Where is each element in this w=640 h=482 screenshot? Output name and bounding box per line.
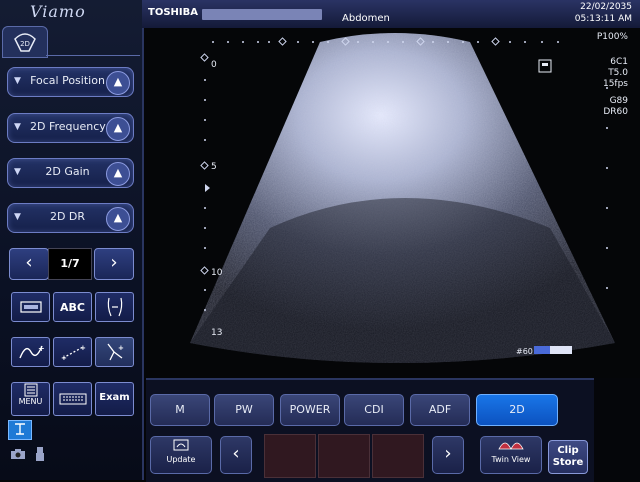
probe-icon: [15, 423, 25, 435]
chevron-up-icon[interactable]: ▲: [106, 207, 130, 231]
power-value: P100%: [596, 32, 628, 42]
chevron-up-icon[interactable]: ▲: [106, 71, 130, 95]
caliper-icon: +: [106, 343, 124, 361]
focal-position-control[interactable]: ▼ Focal Position ▲: [7, 67, 134, 97]
thumbnail-slot[interactable]: [264, 434, 316, 478]
camera-icon[interactable]: [10, 448, 26, 460]
usb-icon: [36, 447, 44, 461]
brand-name: TOSHIBA: [148, 7, 198, 18]
chevron-up-icon[interactable]: ▲: [106, 117, 130, 141]
clip-store-label-1: Clip: [557, 445, 579, 456]
next-thumbnail-button[interactable]: ›: [432, 436, 464, 474]
control-label: 2D Gain: [45, 165, 90, 178]
twin-view-label: Twin View: [491, 455, 531, 464]
trace-icon: +: [18, 344, 44, 359]
tab-divider: [46, 55, 140, 56]
2d-gain-control[interactable]: ▼ 2D Gain ▲: [7, 158, 134, 188]
keyboard-button[interactable]: [53, 382, 92, 416]
twin-view-icon: [498, 442, 524, 450]
datetime: 22/02/2035 05:13:11 AM: [575, 1, 632, 25]
redacted-patient-info: [202, 9, 322, 20]
depth-13: 13: [211, 328, 223, 338]
control-label: 2D Frequency: [30, 120, 106, 133]
mode-pw-button[interactable]: PW: [214, 394, 274, 426]
mode-2d-button[interactable]: 2D: [476, 394, 558, 426]
chevron-down-icon[interactable]: ▼: [14, 212, 21, 222]
date-text: 22/02/2035: [580, 2, 632, 12]
image-store-button[interactable]: [11, 292, 50, 322]
annotation-abc-button[interactable]: ABC: [53, 292, 92, 322]
caliper-button[interactable]: +: [95, 337, 134, 367]
thumbnail-slot[interactable]: [372, 434, 424, 478]
svg-text:+: +: [38, 344, 44, 353]
distance-button[interactable]: + +: [53, 337, 92, 367]
control-label: 2D DR: [49, 210, 86, 223]
update-label: Update: [166, 455, 196, 464]
prev-page-button[interactable]: ‹: [9, 248, 49, 280]
imaging-parameters: P100% 6C1 T5.0 15fps G89 DR60: [597, 32, 628, 118]
time-text: 05:13:11 AM: [574, 14, 632, 24]
exam-type: Abdomen: [342, 13, 390, 24]
frequency-value: T5.0: [608, 68, 628, 78]
grayscale-label: #60: [516, 347, 533, 356]
page-indicator: 1/7: [48, 248, 92, 280]
exam-button[interactable]: Exam: [95, 382, 134, 416]
update-button[interactable]: Update: [150, 436, 212, 474]
prev-thumbnail-button[interactable]: ‹: [220, 436, 252, 474]
chevron-down-icon[interactable]: ▼: [14, 76, 21, 86]
bottom-mode-bar: M PW POWER CDI ADF 2D Update ‹ › Twin Vi…: [146, 378, 594, 482]
2d-mode-tab[interactable]: 2D: [2, 26, 48, 58]
chevron-down-icon[interactable]: ▼: [14, 167, 21, 177]
2d-frequency-control[interactable]: ▼ 2D Frequency ▲: [7, 113, 134, 143]
svg-text:+: +: [80, 344, 86, 352]
menu-button[interactable]: MENU: [11, 382, 50, 416]
2d-probe-icon: 2D: [14, 33, 36, 52]
control-label: Focal Position: [30, 74, 105, 87]
image-store-icon: [19, 301, 42, 313]
header-bar: TOSHIBA Abdomen 22/02/2035 05:13:11 AM: [142, 0, 640, 28]
clip-store-button[interactable]: Clip Store: [548, 440, 588, 474]
twin-view-button[interactable]: Twin View: [480, 436, 542, 474]
thumbnail-slot[interactable]: [318, 434, 370, 478]
menu-label: MENU: [18, 397, 43, 406]
trace-button[interactable]: +: [11, 337, 50, 367]
menu-list-icon: [24, 383, 37, 397]
chevron-down-icon[interactable]: ▼: [14, 122, 21, 132]
svg-text:2D: 2D: [20, 40, 30, 48]
depth-5: 5: [211, 162, 217, 172]
distance-icon: ++: [61, 344, 86, 361]
2d-dr-control[interactable]: ▼ 2D DR ▲: [7, 203, 134, 233]
update-icon: [173, 439, 189, 451]
chevron-up-icon[interactable]: ▲: [106, 162, 130, 186]
ultrasound-image: [150, 28, 640, 378]
mode-power-button[interactable]: POWER: [280, 394, 340, 426]
right-corner-area: [594, 378, 640, 480]
left-control-panel: Viamo 2D ▼ Focal Position ▲ ▼ 2D Frequen…: [0, 0, 144, 480]
depth-0: 0: [211, 60, 217, 70]
clip-store-label-2: Store: [552, 457, 584, 468]
svg-text:+: +: [118, 344, 124, 352]
dynamic-range-value: DR60: [603, 107, 628, 117]
frame-rate: 15fps: [602, 79, 628, 89]
gain-value: G89: [609, 96, 628, 106]
mode-adf-button[interactable]: ADF: [410, 394, 470, 426]
body-mark-button[interactable]: [95, 292, 134, 322]
depth-10: 10: [211, 268, 223, 278]
keyboard-icon: [59, 393, 86, 405]
mode-m-button[interactable]: M: [150, 394, 210, 426]
probe-model: 6C1: [610, 57, 628, 67]
probe-select-button[interactable]: [8, 420, 32, 440]
mode-cdi-button[interactable]: CDI: [344, 394, 404, 426]
next-page-button[interactable]: ›: [94, 248, 134, 280]
viamo-logo: Viamo: [30, 2, 86, 21]
svg-text:+: +: [61, 354, 67, 361]
body-mark-icon: [107, 297, 122, 317]
